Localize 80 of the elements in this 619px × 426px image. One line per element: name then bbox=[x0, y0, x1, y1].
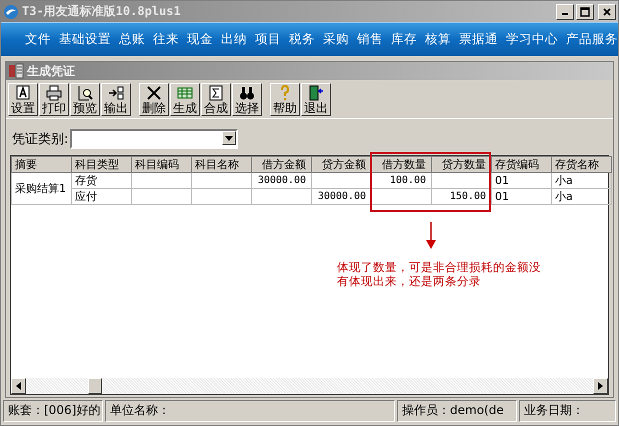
column-header: 借方数量 bbox=[372, 156, 432, 172]
printer-icon bbox=[46, 85, 62, 101]
menu-item[interactable]: 产品服务 bbox=[562, 29, 618, 50]
column-header: 存货名称 bbox=[552, 156, 612, 172]
close-icon bbox=[602, 6, 612, 16]
column-header: 科目名称 bbox=[192, 156, 252, 172]
menu-item[interactable]: 核算 bbox=[421, 29, 455, 50]
scrollbar-thumb[interactable] bbox=[88, 378, 102, 394]
maximize-icon bbox=[580, 6, 590, 16]
menu-item[interactable]: 项目 bbox=[251, 29, 285, 50]
right-arrow-icon bbox=[598, 382, 603, 390]
toolbar-button[interactable]: 帮助 bbox=[270, 83, 300, 116]
menu-item[interactable]: 出纳 bbox=[217, 29, 251, 50]
column-header: 贷方金额 bbox=[312, 156, 372, 172]
status-field: 操作员：demo(de bbox=[397, 400, 517, 422]
column-header: 贷方数量 bbox=[432, 156, 492, 172]
grid-icon bbox=[177, 85, 193, 101]
column-header: 摘要 bbox=[12, 156, 72, 172]
table-cell: 100.00 bbox=[390, 175, 426, 186]
table-cell: 01 bbox=[495, 174, 509, 187]
table-cell: 30000.00 bbox=[318, 191, 366, 202]
menu-item[interactable]: 采购 bbox=[319, 29, 353, 50]
scroll-right-button[interactable] bbox=[593, 378, 608, 394]
table-cell: 应付 bbox=[75, 190, 97, 203]
toolbar-button[interactable]: 设置 bbox=[8, 83, 38, 116]
menu-item[interactable]: 文件 bbox=[21, 29, 55, 50]
menu-item[interactable]: 库存 bbox=[387, 29, 421, 50]
toolbar-button[interactable]: 输出 bbox=[101, 83, 131, 116]
preview-icon bbox=[77, 85, 93, 101]
minimize-icon bbox=[562, 13, 568, 15]
table-cell: 30000.00 bbox=[258, 175, 306, 186]
exit-icon bbox=[308, 85, 324, 101]
menu-item[interactable]: 学习中心 bbox=[502, 29, 562, 50]
menu-item[interactable]: 基础设置 bbox=[55, 29, 115, 50]
menu-item[interactable]: 税务 bbox=[285, 29, 319, 50]
status-field: 业务日期： bbox=[519, 400, 616, 422]
column-header: 存货编码 bbox=[492, 156, 552, 172]
annotation-text: 体现了数量，可是非合理损耗的金额没 bbox=[337, 260, 541, 274]
binoculars-icon bbox=[239, 85, 255, 101]
table-cell: 150.00 bbox=[450, 191, 486, 202]
left-arrow-icon bbox=[16, 382, 21, 390]
menu-item[interactable]: 现金 bbox=[183, 29, 217, 50]
toolbar-button[interactable]: 合成 bbox=[201, 83, 231, 116]
status-field: 单位名称： bbox=[105, 400, 395, 422]
settings-icon bbox=[15, 85, 31, 101]
export-icon bbox=[108, 85, 124, 101]
window-title: T3-用友通标准版10.8plus1 bbox=[22, 3, 182, 20]
delete-icon bbox=[146, 85, 162, 101]
column-header: 科目编码 bbox=[132, 156, 192, 172]
maximize-button[interactable] bbox=[576, 4, 594, 20]
voucher-type-dropdown[interactable] bbox=[70, 129, 238, 149]
toolbar-button[interactable]: 删除 bbox=[139, 83, 169, 116]
minimize-button[interactable] bbox=[556, 4, 574, 20]
menu-item[interactable]: 销售 bbox=[353, 29, 387, 50]
column-header: 科目类型 bbox=[72, 156, 132, 172]
toolbar-button[interactable]: 选择 bbox=[232, 83, 262, 116]
voucher-window-title: 生成凭证 bbox=[27, 62, 75, 80]
voucher-type-label: 凭证类别: bbox=[12, 131, 68, 148]
menu-item[interactable]: 总账 bbox=[115, 29, 149, 50]
app-logo-icon bbox=[3, 4, 19, 20]
toolbar-button[interactable]: 预览 bbox=[70, 83, 100, 116]
sigma-icon bbox=[208, 85, 224, 101]
table-cell: 01 bbox=[495, 190, 509, 203]
toolbar-button[interactable]: 退出 bbox=[301, 83, 331, 116]
toolbar-button[interactable]: 生成 bbox=[170, 83, 200, 116]
annotation-arrow bbox=[425, 222, 437, 250]
table-cell: 存货 bbox=[75, 174, 97, 187]
annotation-text: 有体现出来，还是两条分录 bbox=[337, 274, 481, 288]
toolbar-button[interactable]: 打印 bbox=[39, 83, 69, 116]
column-header: 借方金额 bbox=[252, 156, 312, 172]
table-cell: 小a bbox=[555, 190, 573, 203]
close-button[interactable] bbox=[598, 4, 616, 20]
dropdown-arrow-icon bbox=[225, 136, 234, 140]
menu-item[interactable]: 往来 bbox=[149, 29, 183, 50]
voucher-icon bbox=[8, 63, 24, 79]
table-cell: 采购结算1 bbox=[12, 172, 72, 204]
menu-item[interactable]: 票据通 bbox=[455, 29, 502, 50]
scroll-left-button[interactable] bbox=[11, 378, 26, 394]
table-cell: 小a bbox=[555, 174, 573, 187]
status-field: 账套：[006]好的 bbox=[3, 400, 103, 422]
